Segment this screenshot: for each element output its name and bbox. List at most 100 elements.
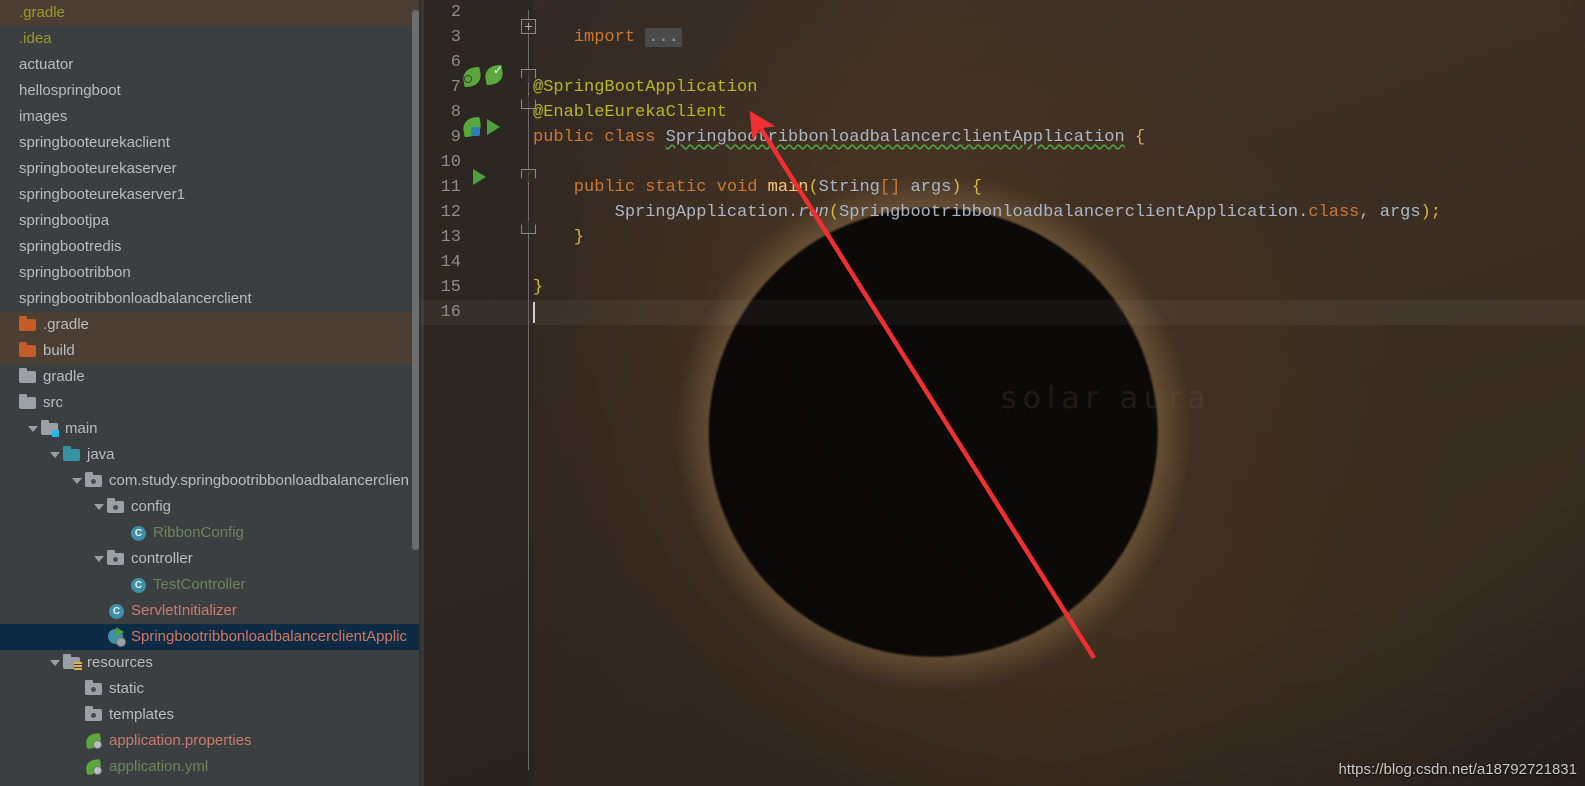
tree-item-label: SpringbootribbonloadbalancerclientApplic <box>131 628 408 645</box>
code-line[interactable]: 13 } <box>421 225 1585 250</box>
code-line[interactable]: 2 <box>421 0 1585 25</box>
tree-item-label: application.yml <box>109 758 209 775</box>
tree-item-servletinitializer[interactable]: ServletInitializer <box>0 598 421 624</box>
package-icon <box>107 546 126 572</box>
folder-gray-icon <box>19 390 38 416</box>
tree-item-springbooteurekaserver[interactable]: springbooteurekaserver <box>0 156 421 182</box>
code-text[interactable]: @SpringBootApplication <box>533 75 757 100</box>
fold-region-line <box>528 10 529 770</box>
chevron-down-icon[interactable] <box>48 442 63 468</box>
line-number: 6 <box>450 53 461 72</box>
tree-item-com-study-springbootribbonloadbalancerclien[interactable]: com.study.springbootribbonloadbalancercl… <box>0 468 421 494</box>
chevron-down-icon[interactable] <box>26 416 41 442</box>
fold-marker-collapsed-import[interactable] <box>521 19 536 34</box>
chevron-down-icon[interactable] <box>92 494 107 520</box>
blog-url-watermark: https://blog.csdn.net/a18792721831 <box>1338 761 1577 778</box>
code-line[interactable]: 12 SpringApplication.run(Springbootribbo… <box>421 200 1585 225</box>
tree-item-application-properties[interactable]: application.properties <box>0 728 421 754</box>
tree-item-application-yml[interactable]: application.yml <box>0 754 421 780</box>
tree-item-src[interactable]: src <box>0 390 421 416</box>
tree-item-label: .gradle <box>19 4 65 21</box>
code-line[interactable]: 10 <box>421 150 1585 175</box>
spring-bean-check-icon[interactable]: ✓ <box>485 64 503 84</box>
tree-item-springbootribbonloadbalancerclient[interactable]: springbootribbonloadbalancerclient <box>0 286 421 312</box>
line-number: 11 <box>440 178 461 197</box>
tree-item-controller[interactable]: controller <box>0 546 421 572</box>
tree-item-label: templates <box>109 706 175 723</box>
code-line[interactable]: 11 public static void main(String[] args… <box>421 175 1585 200</box>
package-icon <box>85 676 104 702</box>
tree-item-gradle[interactable]: gradle <box>0 364 421 390</box>
tree-item-build[interactable]: build <box>0 338 421 364</box>
code-line[interactable]: 7 @SpringBootApplication <box>421 75 1585 100</box>
tree-item-label: main <box>65 420 98 437</box>
tree-item-actuator[interactable]: actuator <box>0 52 421 78</box>
spring-bean-search-icon[interactable] <box>463 68 481 86</box>
code-text[interactable]: import ... <box>533 25 682 50</box>
fold-marker-class-start[interactable] <box>521 69 536 84</box>
tree-item-ribbonconfig[interactable]: RibbonConfig <box>0 520 421 546</box>
tree-item-label: java <box>87 446 115 463</box>
fold-marker-method-start[interactable] <box>521 169 536 184</box>
tree-item-testcontroller[interactable]: TestController <box>0 572 421 598</box>
tree-item-resources[interactable]: resources <box>0 650 421 676</box>
code-folding-gutter[interactable] <box>517 0 541 786</box>
code-text[interactable]: @EnableEurekaClient <box>533 100 727 125</box>
code-line[interactable]: 6 <box>421 50 1585 75</box>
code-line[interactable]: 16 <box>421 300 1585 325</box>
project-tree-panel[interactable]: .gradle .idea actuator hellospringboot image… <box>0 0 421 786</box>
run-arrow-icon[interactable] <box>487 119 500 135</box>
tree-item-springbooteurekaclient[interactable]: springbooteurekaclient <box>0 130 421 156</box>
folder-orange-icon <box>19 312 38 338</box>
code-line[interactable]: 8 @EnableEurekaClient <box>421 100 1585 125</box>
tree-item-idea[interactable]: .idea <box>0 26 421 52</box>
fold-marker-method-end[interactable] <box>521 219 536 234</box>
tree-item-springbooteurekaserver1[interactable]: springbooteurekaserver1 <box>0 182 421 208</box>
class-icon <box>129 520 148 546</box>
code-editor[interactable]: solar aura 23 import ... 6 7 @SpringBootApp… <box>421 0 1585 786</box>
tree-item-main[interactable]: main <box>0 416 421 442</box>
line-number: 7 <box>450 78 461 97</box>
line-number: 2 <box>450 3 461 22</box>
run-arrow-icon[interactable] <box>473 169 486 185</box>
tree-item-springbootjpa[interactable]: springbootjpa <box>0 208 421 234</box>
code-line[interactable]: 14 <box>421 250 1585 275</box>
sidebar-vertical-scrollbar[interactable] <box>412 10 419 550</box>
tree-item-springbootribbon[interactable]: springbootribbon <box>0 260 421 286</box>
chevron-down-icon[interactable] <box>48 650 63 676</box>
tree-item-java[interactable]: java <box>0 442 421 468</box>
line-number: 13 <box>440 228 461 247</box>
chevron-down-icon[interactable] <box>92 546 107 572</box>
fold-marker-annotation-end[interactable] <box>521 94 536 109</box>
spring-boot-app-gutter-icon[interactable] <box>463 118 481 136</box>
tree-item-springbootredis[interactable]: springbootredis <box>0 234 421 260</box>
tree-item-config[interactable]: config <box>0 494 421 520</box>
code-line[interactable]: 15} <box>421 275 1585 300</box>
line-number: 15 <box>440 278 461 297</box>
code-text[interactable]: public class Springbootribbonloadbalance… <box>533 125 1145 150</box>
folder-blue-icon <box>63 442 82 468</box>
tree-item-static[interactable]: static <box>0 676 421 702</box>
code-text[interactable]: SpringApplication.run(Springbootribbonlo… <box>533 200 1441 225</box>
code-line[interactable]: 3 import ... <box>421 25 1585 50</box>
tree-item-gradle[interactable]: .gradle <box>0 312 421 338</box>
tree-item-templates[interactable]: templates <box>0 702 421 728</box>
tree-item-images[interactable]: images <box>0 104 421 130</box>
tree-item-label: springbootjpa <box>19 212 110 229</box>
line-number: 10 <box>440 153 461 172</box>
project-tree[interactable]: .gradle .idea actuator hellospringboot image… <box>0 0 421 780</box>
chevron-down-icon[interactable] <box>70 468 85 494</box>
tree-item-hellospringboot[interactable]: hellospringboot <box>0 78 421 104</box>
code-line[interactable]: 9 public class Springbootribbonloadbalanc… <box>421 125 1585 150</box>
tree-item-gradle[interactable]: .gradle <box>0 0 421 26</box>
tree-item-springbootribbonloadbalancerclientapplic[interactable]: SpringbootribbonloadbalancerclientApplic <box>0 624 421 650</box>
code-text[interactable]: public static void main(String[] args) { <box>533 175 982 200</box>
